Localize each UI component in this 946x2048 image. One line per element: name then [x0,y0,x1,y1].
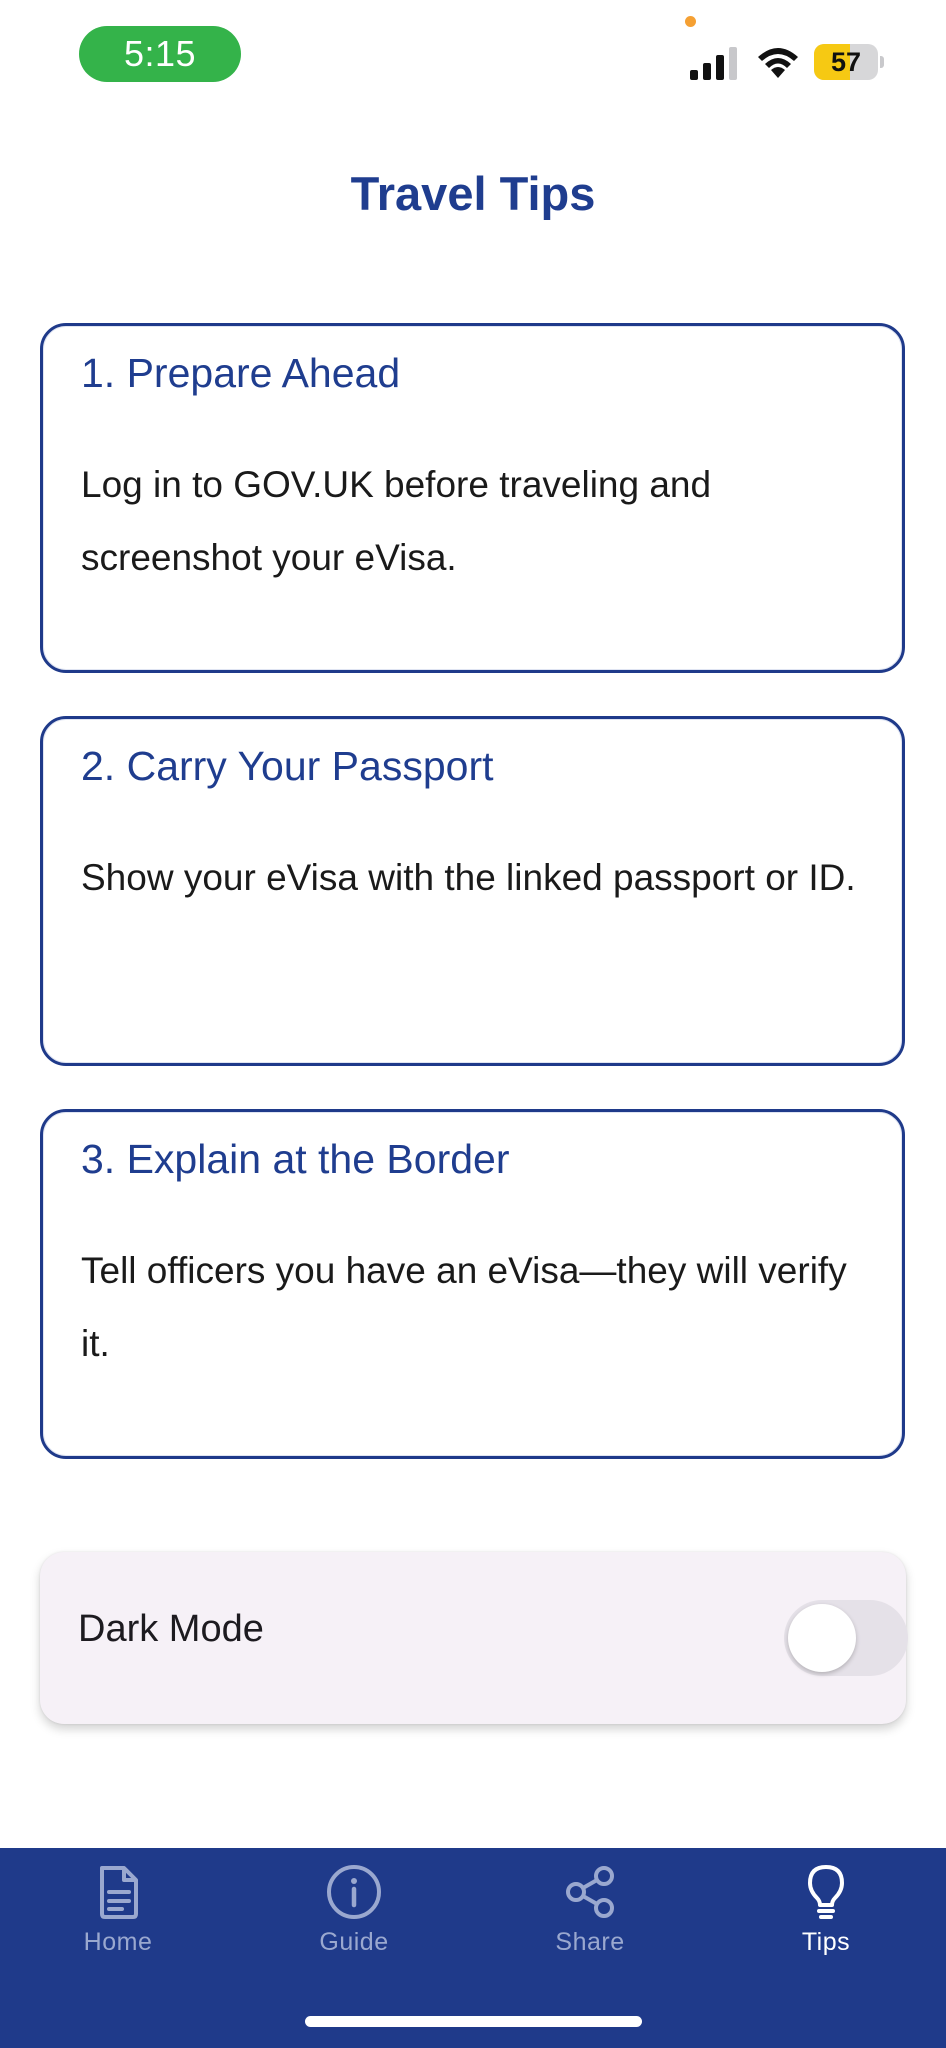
dark-mode-toggle[interactable] [784,1600,908,1676]
tip-body: Tell officers you have an eVisa—they wil… [81,1250,847,1364]
document-icon [100,1866,138,1919]
info-icon [327,1865,381,1919]
tab-guide[interactable]: Guide [236,1848,472,1988]
tab-label: Home [83,1928,153,1956]
wifi-icon [758,48,798,78]
battery-icon: 57 [814,44,884,80]
home-indicator [305,2016,642,2027]
tip-title: 3. Explain at the Border [81,1136,510,1182]
dark-mode-setting: Dark Mode [40,1552,908,1724]
tab-label: Guide [319,1928,389,1956]
battery-level: 57 [830,47,862,77]
toggle-knob [788,1604,856,1672]
tip-body: Show your eVisa with the linked passport… [81,857,856,898]
bottom-tab-bar: Home Guide Share Tips [0,1848,946,2048]
page-title: Travel Tips [350,167,596,220]
signal-icon [690,47,737,80]
tip-card-carry-passport: 2. Carry Your Passport Show your eVisa w… [40,716,905,1066]
tip-title: 2. Carry Your Passport [81,743,494,789]
lightbulb-icon [808,1865,844,1919]
share-icon [566,1866,614,1918]
tip-body: Log in to GOV.UK before traveling and sc… [81,464,712,578]
tip-title: 1. Prepare Ahead [81,350,401,396]
dark-mode-label: Dark Mode [78,1608,264,1650]
tab-tips[interactable]: Tips [708,1848,944,1988]
status-bar: 5:15 57 [0,0,946,110]
tab-label: Tips [801,1928,851,1956]
tip-card-prepare-ahead: 1. Prepare Ahead Log in to GOV.UK before… [40,323,905,673]
status-time: 5:15 [79,26,241,82]
tab-share[interactable]: Share [472,1848,708,1988]
tab-home[interactable]: Home [0,1848,236,1988]
tab-label: Share [555,1928,625,1956]
privacy-indicator-dot [685,16,696,27]
tip-card-explain-border: 3. Explain at the Border Tell officers y… [40,1109,905,1459]
